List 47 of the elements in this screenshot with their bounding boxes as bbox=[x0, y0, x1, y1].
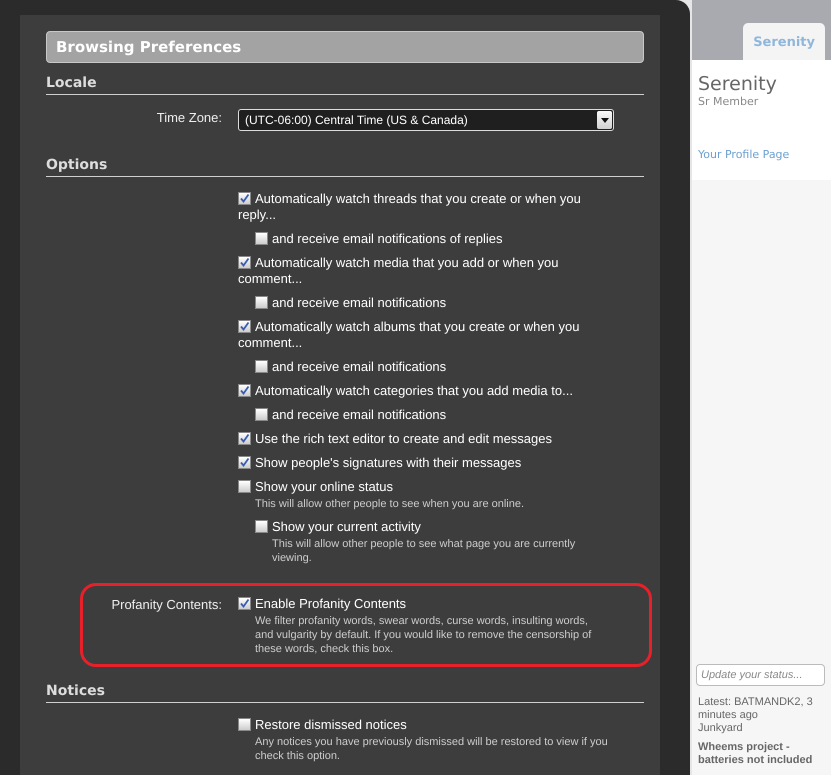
dialog-title: Browsing Preferences bbox=[46, 31, 644, 63]
option-label[interactable]: Show people's signatures with their messages bbox=[238, 455, 608, 471]
checkbox[interactable] bbox=[238, 320, 251, 333]
member-rank: Sr Member bbox=[698, 95, 758, 108]
checkbox[interactable] bbox=[238, 718, 251, 731]
checkbox[interactable] bbox=[238, 597, 251, 610]
option-label[interactable]: Show your current activity bbox=[255, 519, 608, 535]
checkbox[interactable] bbox=[238, 480, 251, 493]
timezone-dropdown[interactable]: (UTC-06:00) Central Time (US & Canada) bbox=[238, 109, 614, 131]
option-label[interactable]: Automatically watch albums that you create or when you comment... bbox=[238, 319, 608, 351]
checkbox[interactable] bbox=[238, 384, 251, 397]
option-label[interactable]: and receive email notifications bbox=[255, 359, 608, 375]
checkbox[interactable] bbox=[238, 432, 251, 445]
option-label[interactable]: and receive email notifications bbox=[255, 295, 608, 311]
option-label[interactable]: Restore dismissed notices bbox=[238, 717, 608, 733]
option-label[interactable]: Enable Profanity Contents bbox=[238, 596, 608, 612]
checkbox[interactable] bbox=[255, 360, 268, 373]
checkbox[interactable] bbox=[255, 408, 268, 421]
option-label[interactable]: Show your online status bbox=[238, 479, 608, 495]
option-label[interactable]: and receive email notifications bbox=[255, 407, 608, 423]
option-label[interactable]: and receive email notifications of replies bbox=[255, 231, 608, 247]
post-byline: Latest: BATMANDK2, 3 minutes ago bbox=[698, 696, 814, 722]
checkbox[interactable] bbox=[255, 232, 268, 245]
option-hint: We filter profanity words, swear words, curse words, insulting words, and vulgarity by default. If you would like to remove the censorship of these words, check this box. bbox=[255, 614, 592, 656]
option-label[interactable]: Use the rich text editor to create and edit messages bbox=[238, 431, 608, 447]
checkbox[interactable] bbox=[255, 296, 268, 309]
field-label: Profanity Contents: bbox=[111, 597, 222, 612]
option-hint: This will allow other people to see when you are online. bbox=[255, 497, 526, 511]
checkbox[interactable] bbox=[255, 520, 268, 533]
caret-icon[interactable] bbox=[597, 111, 612, 129]
checkbox[interactable] bbox=[238, 256, 251, 269]
option-label[interactable]: Automatically watch categories that you add media to... bbox=[238, 383, 608, 399]
post-title[interactable]: Wheems project -batteries not included bbox=[698, 741, 825, 767]
section-heading: Notices bbox=[46, 671, 644, 703]
option-hint: Any notices you have previously dismissed will be restored to view if you check this option. bbox=[255, 735, 608, 763]
checkbox[interactable] bbox=[238, 456, 251, 469]
option-hint: This will allow other people to see what page you are currently viewing. bbox=[272, 537, 576, 565]
dropdown-value: (UTC-06:00) Central Time (US & Canada) bbox=[245, 113, 468, 127]
profile-name: Serenity bbox=[698, 73, 777, 95]
option-label[interactable]: Automatically watch threads that you create or when you reply... bbox=[238, 191, 608, 223]
status-field[interactable]: Update your status... bbox=[696, 664, 825, 686]
section-heading: Locale bbox=[46, 63, 644, 95]
field-label: Time Zone: bbox=[156, 110, 222, 125]
section-heading: Options bbox=[46, 145, 644, 177]
checkbox[interactable] bbox=[238, 192, 251, 205]
forum-name: Junkyard bbox=[698, 722, 744, 735]
option-label[interactable]: Automatically watch media that you add or when you comment... bbox=[238, 255, 608, 287]
